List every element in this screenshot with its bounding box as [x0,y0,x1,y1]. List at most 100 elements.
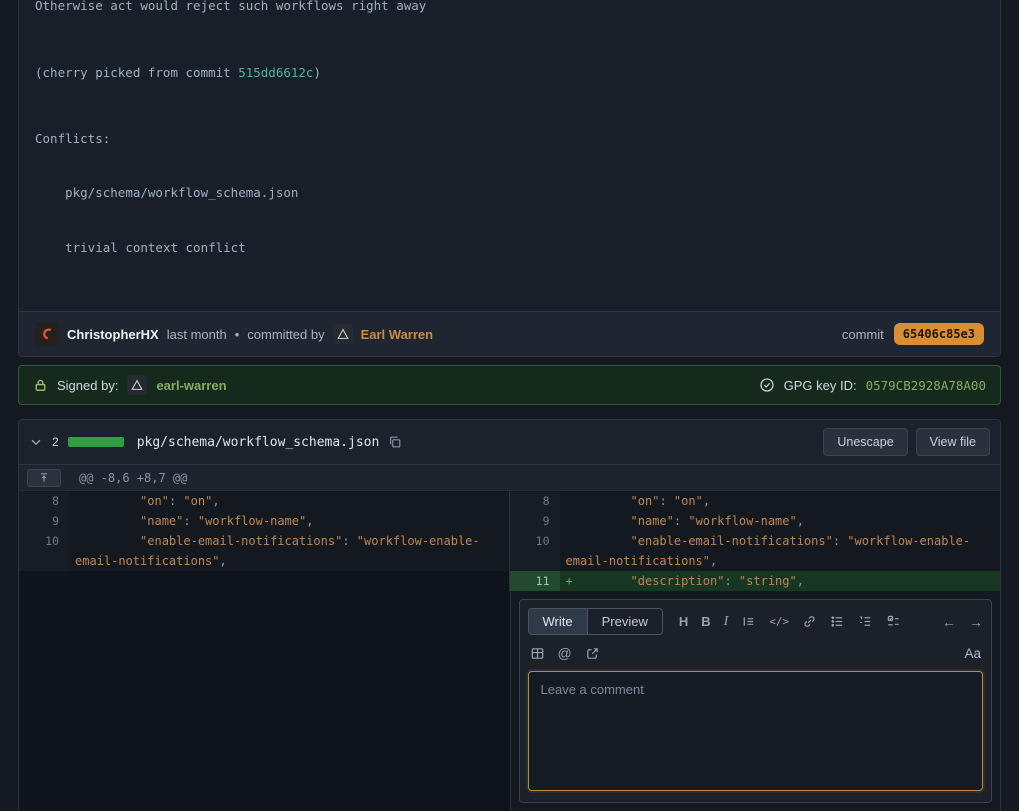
file-name[interactable]: pkg/schema/workflow_schema.json [137,435,380,450]
code-segment: "enable-email-notifications" [140,534,342,548]
lock-icon [33,378,48,393]
commit-card-footer: ChristopherHX last month • committed by … [19,311,1000,356]
code-segment: , [797,514,804,528]
commit-label: commit [842,327,884,342]
diff-code-cell[interactable] [69,571,510,591]
quote-icon[interactable] [741,614,756,629]
diff-code-cell[interactable]: "enable-email-notifications": "workflow-… [69,531,510,571]
commit-sha-badge[interactable]: 65406c85e3 [894,323,984,345]
bullet-list-icon-glyph [830,614,845,629]
task-list-icon-glyph [886,614,901,629]
code-icon[interactable]: </> [769,615,789,628]
reference-icon-glyph [585,646,600,661]
code-segment: : [833,534,840,548]
copy-path-icon[interactable] [388,435,402,449]
code-segment [573,534,631,548]
numbered-list-icon-glyph [858,614,873,629]
unescape-button[interactable]: Unescape [823,428,907,456]
code-segment: "on" [183,494,212,508]
diff-row: 8 "on": "on",8 "on": "on", [19,491,1000,511]
table-icon[interactable] [530,646,545,661]
code-segment: : [724,574,731,588]
code-segment [573,494,631,508]
gpg-key-id: 0579CB2928A78A00 [866,378,986,393]
chevron-down-icon[interactable] [29,435,43,449]
code-segment: "string" [739,574,797,588]
diff-line-number[interactable]: 9 [19,511,69,531]
code-segment: , [703,494,710,508]
link-icon[interactable] [802,614,817,629]
diff-line-number[interactable]: 10 [510,531,560,571]
code-segment: : [183,514,190,528]
diff-code-cell[interactable]: "name": "workflow-name", [69,511,510,531]
markdown-toolbar: H B I </> [679,614,983,630]
table-icon-glyph [530,646,545,661]
task-list-icon[interactable] [886,614,901,629]
editor-mode-tabs: Write Preview [528,608,663,635]
gpg-key-group: GPG key ID: 0579CB2928A78A00 [759,377,986,393]
code-segment [732,574,739,588]
code-segment [191,514,198,528]
cherry-pick-close: ) [313,65,321,80]
file-diff-header: 2 pkg/schema/workflow_schema.json Unesca… [19,420,1000,465]
hunk-header-text: @@ -8,6 +8,7 @@ [69,471,187,485]
editor-toolbar-row2: @ Aa [520,643,992,669]
diff-line-number[interactable]: 9 [510,511,560,531]
undo-icon[interactable]: ← [942,614,956,630]
gpg-key-label: GPG key ID: [784,378,857,393]
dot-separator: • [235,327,240,342]
code-segment: + [566,574,573,588]
diff-line-number[interactable]: 8 [510,491,560,511]
code-segment: , [710,554,717,568]
author-name[interactable]: ChristopherHX [67,327,159,342]
committed-by-text: committed by [247,327,324,342]
diff-code-cell[interactable]: "on": "on", [69,491,510,511]
file-diff-card: 2 pkg/schema/workflow_schema.json Unesca… [18,419,1001,811]
view-file-button[interactable]: View file [916,428,990,456]
diff-code-cell[interactable]: + "description": "string", [560,571,1001,591]
diff-code-cell[interactable]: "name": "workflow-name", [560,511,1001,531]
code-segment [82,534,140,548]
commit-message-body: Otherwise act would reject such workflow… [19,0,1000,311]
mention-icon[interactable]: @ [558,645,572,661]
commit-card: feat: allow workflow description (#5326)… [18,0,1001,357]
editor-toolbar-row: Write Preview H B I </> [520,600,992,643]
code-segment [566,514,573,528]
author-avatar[interactable] [35,322,59,346]
diff-line-number[interactable]: 10 [19,531,69,571]
comment-textarea[interactable] [528,671,984,791]
italic-icon[interactable]: I [724,614,729,630]
committer-name[interactable]: Earl Warren [361,327,434,342]
code-segment: "enable-email-notifications" [631,534,833,548]
numbered-list-icon[interactable] [858,614,873,629]
heading-icon[interactable]: H [679,614,688,629]
signer-avatar[interactable] [127,375,147,395]
diff-line-number[interactable]: 8 [19,491,69,511]
diff-row: 10 "enable-email-notifications": "workfl… [19,531,1000,571]
tab-preview[interactable]: Preview [587,609,662,634]
bullet-list-icon[interactable] [830,614,845,629]
text-size-icon[interactable]: Aa [964,646,981,661]
code-segment [82,514,140,528]
redo-icon[interactable]: → [969,614,983,630]
verified-check-icon [759,377,775,393]
author-avatar-logo [38,325,56,343]
code-segment: "name" [140,514,183,528]
signer-name[interactable]: earl-warren [156,378,226,393]
bold-icon[interactable]: B [701,614,710,629]
hunk-gutter [19,469,69,487]
quote-icon-glyph [741,614,756,629]
diff-code-cell[interactable]: "on": "on", [560,491,1001,511]
tab-write[interactable]: Write [529,609,587,634]
expand-hunk-button[interactable] [27,469,61,487]
diff-code-cell[interactable]: "enable-email-notifications": "workflow-… [560,531,1001,571]
diff-line-number[interactable] [19,571,69,591]
cherry-pick-text: (cherry picked from commit [35,65,238,80]
link-icon-glyph [802,614,817,629]
commit-body-line: Otherwise act would reject such workflow… [35,0,984,15]
cherry-pick-commit-link[interactable]: 515dd6612c [238,65,313,80]
reference-icon[interactable] [585,646,600,661]
committer-avatar[interactable] [333,324,353,344]
diff-table: 8 "on": "on",8 "on": "on",9 "name": "wor… [19,491,1000,591]
diff-line-number[interactable]: 11 [510,571,560,591]
